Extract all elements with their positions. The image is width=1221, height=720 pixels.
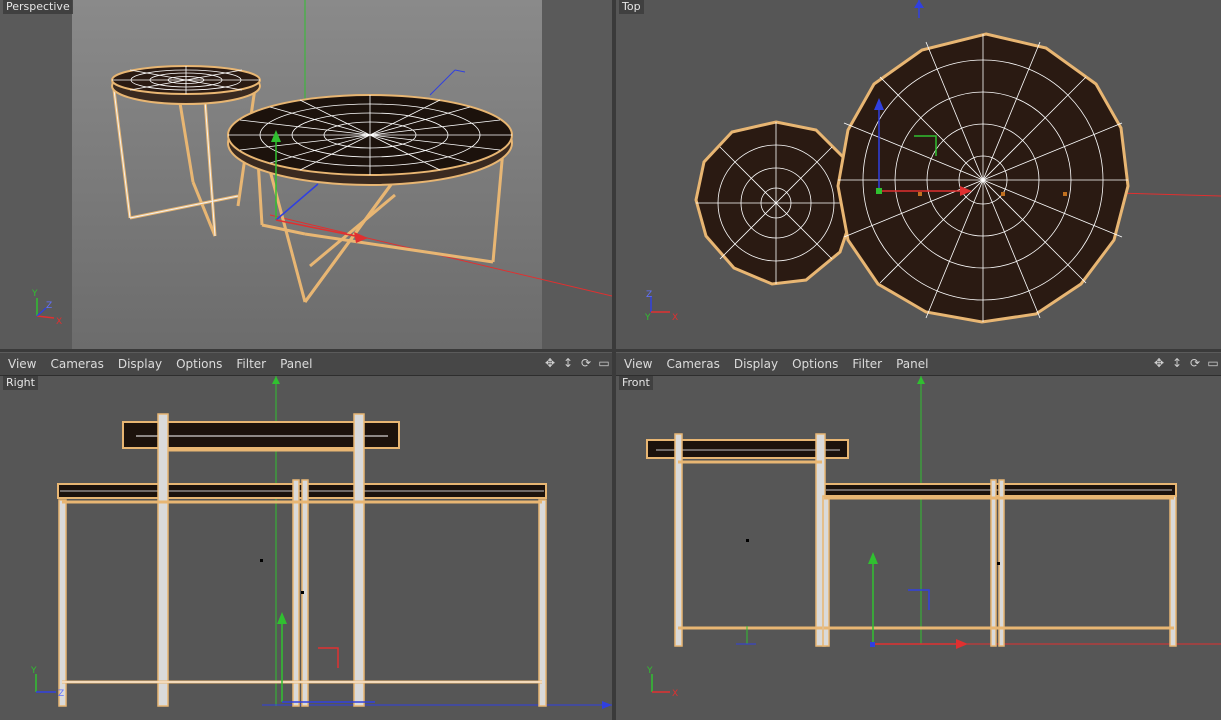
menu-cameras[interactable]: Cameras [42, 353, 109, 375]
axis-x-label: X [672, 313, 678, 323]
move-view-icon[interactable]: ✥ [1151, 355, 1167, 371]
menu-panel[interactable]: Panel [888, 353, 934, 375]
viewport-label-top: Top [619, 0, 644, 14]
axis-y-label: Y [644, 313, 651, 323]
viewport-menubar-right: View Cameras Display Options Filter Pane… [616, 352, 1221, 376]
axis-y-label: Y [30, 666, 37, 676]
menu-display[interactable]: Display [110, 353, 168, 375]
viewport-label-front: Front [619, 376, 653, 390]
axis-y-label: Y [646, 666, 653, 676]
menu-options[interactable]: Options [784, 353, 844, 375]
front-scene: Y X [616, 376, 1221, 720]
axis-z-label: Z [58, 689, 64, 699]
scroll-view-icon[interactable]: ↕ [1169, 355, 1185, 371]
axis-x-label: X [672, 689, 678, 699]
viewport-menubar-left: View Cameras Display Options Filter Pane… [0, 352, 612, 376]
rotate-view-icon[interactable]: ⟳ [1187, 355, 1203, 371]
rotate-view-icon[interactable]: ⟳ [578, 355, 594, 371]
move-view-icon[interactable]: ✥ [542, 355, 558, 371]
viewport-label-perspective: Perspective [3, 0, 73, 14]
scroll-view-icon[interactable]: ↕ [560, 355, 576, 371]
axis-z-label: Z [46, 301, 52, 311]
menu-filter[interactable]: Filter [228, 353, 272, 375]
axis-x-label: X [56, 317, 62, 327]
menu-filter[interactable]: Filter [844, 353, 888, 375]
right-scene: Y Z [0, 376, 612, 720]
top-scene: Z Y X [616, 0, 1221, 349]
viewport-top[interactable]: Z Y X Top [616, 0, 1221, 349]
menu-view[interactable]: View [0, 353, 42, 375]
menu-view[interactable]: View [616, 353, 658, 375]
viewport-right[interactable]: Y Z Right [0, 376, 612, 720]
axis-y-label: Y [31, 289, 38, 299]
viewport-front[interactable]: Y X Front [616, 376, 1221, 720]
menu-panel[interactable]: Panel [272, 353, 318, 375]
maximize-view-icon[interactable]: ▭ [596, 355, 612, 371]
viewport-label-right: Right [3, 376, 38, 390]
menu-cameras[interactable]: Cameras [658, 353, 725, 375]
axis-z-label: Z [646, 290, 652, 300]
maximize-view-icon[interactable]: ▭ [1205, 355, 1221, 371]
menu-options[interactable]: Options [168, 353, 228, 375]
perspective-scene: Y X Z [0, 0, 612, 349]
viewport-perspective[interactable]: Y X Z Perspective [0, 0, 612, 349]
menu-display[interactable]: Display [726, 353, 784, 375]
divider [612, 0, 616, 720]
